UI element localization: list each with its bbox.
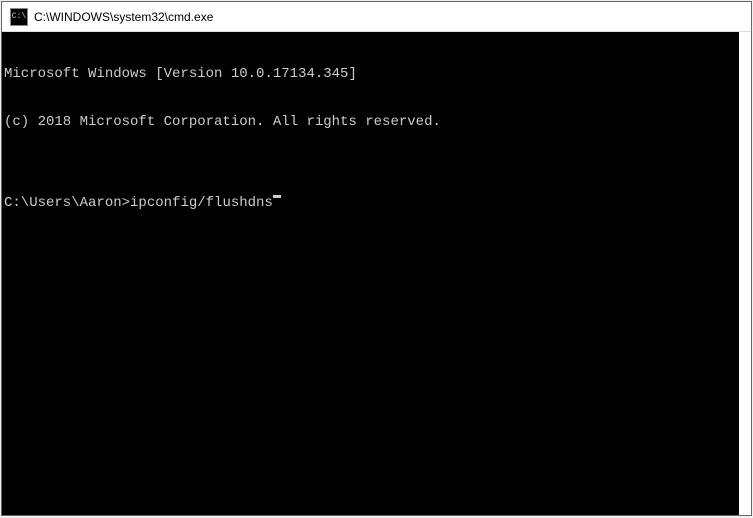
title-bar[interactable]: C:\ C:\WINDOWS\system32\cmd.exe [2, 2, 751, 32]
terminal-area[interactable]: Microsoft Windows [Version 10.0.17134.34… [2, 32, 751, 515]
cmd-window: C:\ C:\WINDOWS\system32\cmd.exe Microsof… [1, 1, 752, 516]
terminal-prompt-line: C:\Users\Aaron>ipconfig/flushdns [4, 195, 737, 211]
window-title: C:\WINDOWS\system32\cmd.exe [34, 10, 213, 24]
terminal-cursor [273, 195, 281, 198]
cmd-icon-text: C:\ [12, 13, 26, 21]
terminal-command[interactable]: ipconfig/flushdns [130, 195, 273, 211]
cmd-icon: C:\ [10, 8, 28, 26]
terminal-output-version: Microsoft Windows [Version 10.0.17134.34… [4, 66, 737, 82]
terminal-prompt: C:\Users\Aaron> [4, 195, 130, 211]
terminal-output-copyright: (c) 2018 Microsoft Corporation. All righ… [4, 114, 737, 130]
